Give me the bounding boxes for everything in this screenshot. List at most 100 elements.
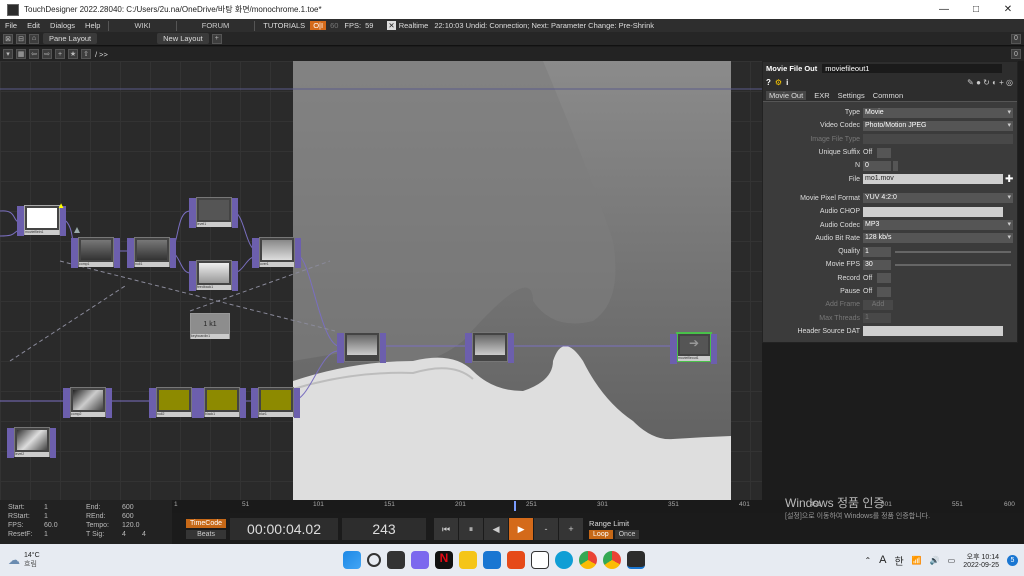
node-moviefileout1[interactable]: ➔ moviefileout1: [670, 332, 717, 364]
office-icon[interactable]: [507, 551, 525, 569]
add-op-icon[interactable]: +: [55, 49, 65, 59]
quality-field[interactable]: 1: [863, 246, 891, 257]
pane-expand-icon[interactable]: ⊟: [16, 33, 26, 44]
star-icon[interactable]: ★: [68, 49, 78, 59]
help-icon[interactable]: ?: [766, 78, 771, 87]
pane-home-icon[interactable]: ⌂: [29, 33, 39, 44]
pause-toggle[interactable]: Off: [863, 288, 877, 295]
node-level1[interactable]: level1: [189, 197, 238, 228]
unique-suffix-toggle[interactable]: Off: [863, 149, 877, 156]
node-over1[interactable]: over1: [252, 237, 301, 268]
notion-icon[interactable]: [531, 551, 549, 569]
video-codec-dropdown[interactable]: Photo/Motion JPEG: [863, 120, 1013, 131]
notification-badge[interactable]: 5: [1007, 554, 1018, 566]
weather-icon[interactable]: ☁: [8, 553, 20, 567]
loop-button[interactable]: Loop: [589, 530, 613, 539]
back-icon[interactable]: ⇦: [29, 49, 39, 59]
add-file-icon[interactable]: ✚: [1005, 174, 1013, 185]
op-name-field[interactable]: moviefileout1: [822, 64, 1003, 73]
type-dropdown[interactable]: Movie: [863, 107, 1013, 118]
chat-icon[interactable]: [411, 551, 429, 569]
edge-icon[interactable]: [555, 551, 573, 569]
pane-number-2[interactable]: 0: [1011, 49, 1021, 59]
search-icon[interactable]: [367, 553, 381, 567]
menu-file[interactable]: File: [0, 21, 22, 30]
pane-split-icon[interactable]: ⊠: [3, 33, 13, 44]
node-feedback1[interactable]: feedback1: [189, 260, 238, 291]
node-display2[interactable]: [465, 332, 514, 363]
file-explorer-icon[interactable]: [459, 551, 477, 569]
minimize-button[interactable]: —: [928, 4, 960, 15]
node-keyboardin1[interactable]: 1 k1 keyboardin1: [190, 313, 230, 339]
movie-fps-slider[interactable]: [895, 263, 1011, 266]
audio-bitrate-dropdown[interactable]: 128 kb/s: [863, 233, 1013, 244]
menu-edit[interactable]: Edit: [22, 21, 45, 30]
reverse-button[interactable]: ◀: [484, 518, 509, 540]
node-level2[interactable]: level2: [7, 427, 56, 458]
tab-exr[interactable]: EXR: [814, 91, 829, 100]
tab-common[interactable]: Common: [873, 91, 903, 100]
ime-han[interactable]: 한: [894, 553, 903, 568]
chrome-icon[interactable]: [579, 551, 597, 569]
clock-date[interactable]: 2022-09-25: [963, 562, 999, 569]
timecode-button[interactable]: TimeCode: [186, 519, 227, 528]
touchdesigner-taskbar-icon[interactable]: [627, 551, 645, 569]
ime-a[interactable]: A: [879, 554, 886, 566]
step-forward-button[interactable]: +: [559, 518, 584, 540]
maximize-button[interactable]: □: [960, 4, 992, 15]
network-path[interactable]: / >>: [95, 50, 108, 59]
grid-icon[interactable]: ▦: [16, 49, 26, 59]
record-toggle[interactable]: Off: [863, 275, 877, 282]
toolbar-icons[interactable]: ✎ ● ↻ ◐ + ◎: [967, 78, 1013, 87]
once-button[interactable]: Once: [614, 530, 640, 539]
menu-dialogs[interactable]: Dialogs: [45, 21, 80, 30]
up-icon[interactable]: ⇧: [81, 49, 91, 59]
tab-movie-out[interactable]: Movie Out: [766, 90, 807, 100]
node-comp1[interactable]: comp1: [71, 237, 120, 268]
volume-icon[interactable]: 🔊: [930, 556, 940, 565]
menu-help[interactable]: Help: [80, 21, 105, 30]
audio-chop-field[interactable]: [863, 206, 1003, 217]
timecode-display[interactable]: 00:00:04.02: [230, 518, 339, 540]
playhead[interactable]: [514, 501, 516, 511]
node-blur1[interactable]: blur1: [251, 387, 300, 418]
node-moviefilein1[interactable]: moviefilein1 ▲: [17, 201, 66, 236]
chrome-profile-icon[interactable]: [603, 551, 621, 569]
beats-button[interactable]: Beats: [186, 530, 227, 539]
tray-chevron-icon[interactable]: ⌃: [864, 556, 871, 565]
python-icon[interactable]: ⚙: [775, 78, 782, 87]
network-editor[interactable]: moviefilein1 ▲ comp1 null1 level1 feedba…: [0, 61, 762, 500]
movie-fps-field[interactable]: 30: [863, 259, 891, 270]
tutorials-button[interactable]: TUTORIALS: [258, 21, 310, 30]
forward-icon[interactable]: ⇨: [42, 49, 52, 59]
tab-settings[interactable]: Settings: [838, 91, 865, 100]
node-null1[interactable]: null1: [127, 237, 176, 268]
n-field[interactable]: 0: [863, 160, 891, 171]
add-layout-button[interactable]: +: [211, 33, 222, 44]
node-null2[interactable]: null2: [149, 387, 198, 418]
pixel-format-dropdown[interactable]: YUV 4:2:0: [863, 193, 1013, 204]
netflix-icon[interactable]: N: [435, 551, 453, 569]
play-button[interactable]: ▶: [509, 518, 534, 540]
node-comp2[interactable]: comp2: [63, 387, 112, 418]
perf-monitor-button[interactable]: O|I: [310, 21, 327, 30]
clock-time[interactable]: 오후 10:14: [967, 552, 999, 562]
new-layout-tab[interactable]: New Layout: [157, 33, 209, 44]
realtime-checkbox[interactable]: ✕: [387, 21, 396, 30]
rewind-button[interactable]: ⏮: [434, 518, 459, 540]
task-view-icon[interactable]: [387, 551, 405, 569]
pane-menu-icon[interactable]: ▾: [3, 49, 13, 59]
audio-codec-dropdown[interactable]: MP3: [863, 220, 1013, 231]
node-display1[interactable]: [337, 332, 386, 363]
quality-slider[interactable]: [895, 250, 1011, 253]
node-black1[interactable]: black1: [197, 387, 246, 418]
header-source-field[interactable]: [863, 326, 1003, 337]
close-button[interactable]: ✕: [992, 4, 1024, 15]
wiki-button[interactable]: WIKI: [112, 21, 172, 30]
file-field[interactable]: mo1.mov: [863, 174, 1003, 185]
start-icon[interactable]: [343, 551, 361, 569]
info-icon[interactable]: i: [786, 78, 788, 87]
step-back-button[interactable]: -: [534, 518, 559, 540]
battery-icon[interactable]: ▭: [948, 556, 956, 565]
wifi-icon[interactable]: 📶: [912, 556, 922, 565]
